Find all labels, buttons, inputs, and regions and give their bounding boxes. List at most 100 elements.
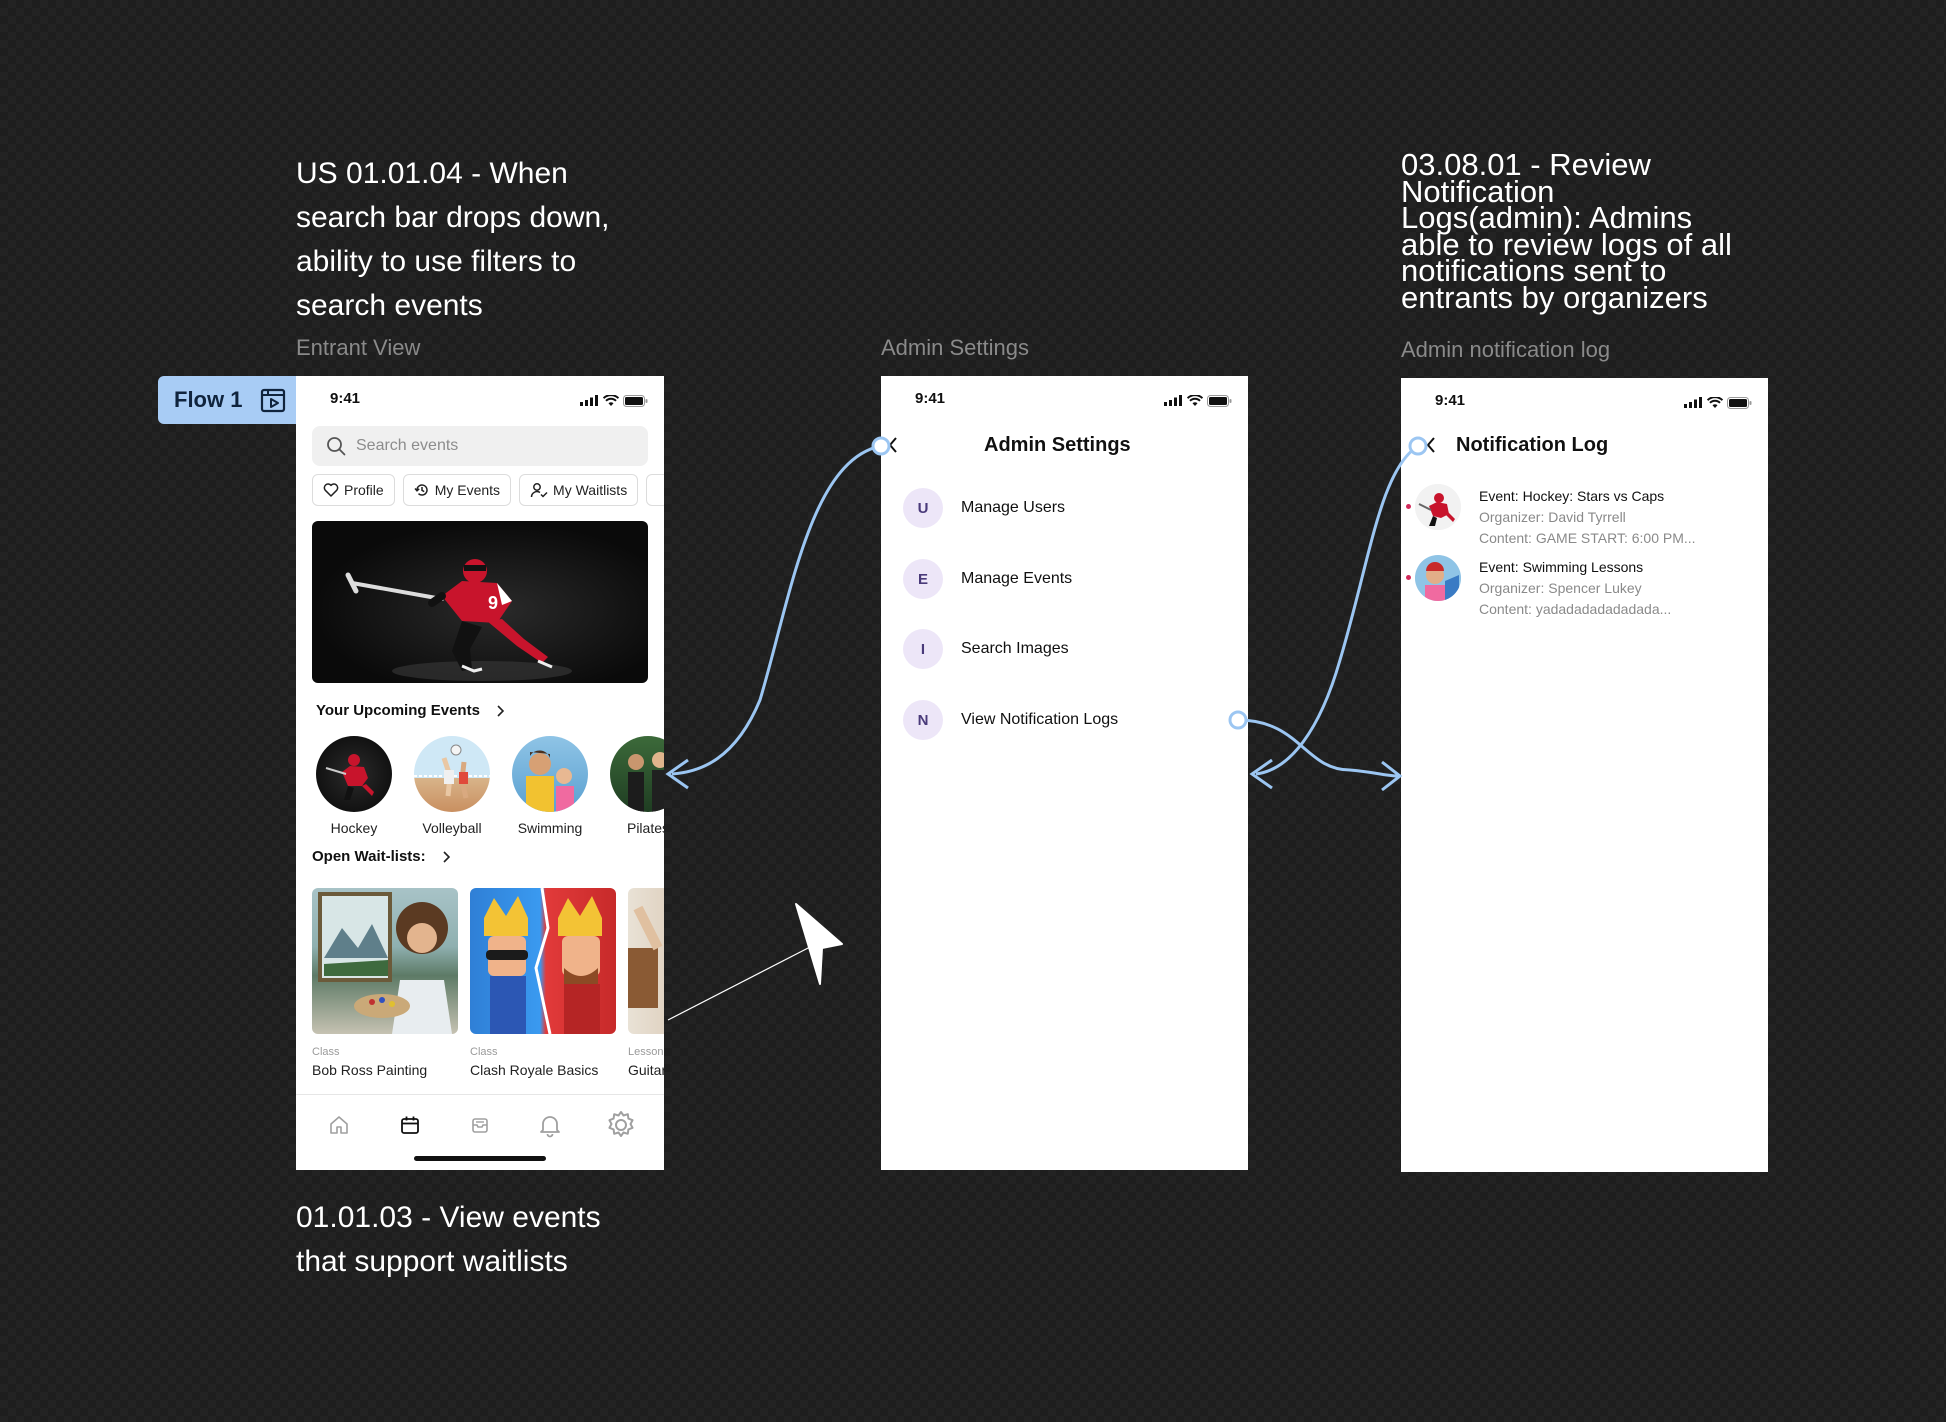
svg-text:9: 9 <box>488 593 498 613</box>
menu-avatar: N <box>903 700 943 740</box>
battery-icon <box>1207 394 1232 407</box>
status-bar: 9:41 <box>1401 378 1768 422</box>
upcoming-event-item[interactable]: Hockey <box>316 736 392 836</box>
waitlist-card[interactable]: Class Clash Royale Basics <box>470 888 616 1078</box>
home-icon <box>330 1115 348 1134</box>
menu-item-manage-users[interactable]: U Manage Users <box>903 488 1065 528</box>
status-bar: 9:41 <box>881 376 1248 420</box>
back-chevron-icon[interactable] <box>1425 436 1437 454</box>
chip-profile[interactable]: Profile <box>312 474 395 506</box>
status-time: 9:41 <box>915 390 946 407</box>
play-flow-icon <box>261 388 286 413</box>
status-icons <box>1684 394 1752 409</box>
note-review-logs: 03.08.01 - Review Notification Logs(admi… <box>1401 147 1732 315</box>
hockey-thumbnail <box>316 736 392 812</box>
pilates-thumbnail <box>610 736 664 812</box>
status-bar: 9:41 <box>296 376 664 420</box>
chip-my-waitlists[interactable]: My Waitlists <box>519 474 639 506</box>
connector-notif-to-admin <box>1255 444 1419 776</box>
notification-event: Event: Hockey: Stars vs Caps <box>1479 488 1665 504</box>
upcoming-event-item[interactable]: Volleyball <box>414 736 490 836</box>
waitlist-kind: Lesson <box>628 1046 664 1058</box>
status-time: 9:41 <box>1435 392 1466 409</box>
clash-royale-image <box>470 888 616 1034</box>
menu-item-manage-events[interactable]: E Manage Events <box>903 559 1072 599</box>
search-placeholder: Search events <box>356 437 459 454</box>
arrowhead <box>1381 760 1403 792</box>
signal-icon <box>1684 397 1703 409</box>
status-icons <box>580 392 648 407</box>
menu-item-view-notification-logs[interactable]: N View Notification Logs <box>903 700 1118 740</box>
tab-calendar[interactable] <box>390 1105 430 1145</box>
calendar-icon <box>400 1116 419 1134</box>
tab-notifications[interactable] <box>530 1105 570 1145</box>
back-chevron-icon[interactable] <box>887 436 899 454</box>
upcoming-event-label: Hockey <box>330 820 378 836</box>
unread-dot <box>1406 504 1411 509</box>
notification-content: Content: GAME START: 6:00 PM... <box>1479 530 1696 546</box>
search-input[interactable]: Search events <box>312 426 648 466</box>
frame-label-admin: Admin Settings <box>881 335 1029 360</box>
upcoming-events-title: Your Upcoming Events <box>316 702 480 719</box>
signal-icon <box>580 395 599 407</box>
menu-label: Search Images <box>961 640 1069 657</box>
home-indicator <box>414 1156 546 1161</box>
upcoming-event-label: Pilates <box>626 820 664 836</box>
tab-inbox[interactable] <box>460 1105 500 1145</box>
battery-icon <box>623 394 648 407</box>
entrant-view-screen: 9:41 Search events Profile My Events My … <box>296 376 664 1170</box>
menu-avatar: U <box>903 488 943 528</box>
notification-organizer: Organizer: David Tyrrell <box>1479 509 1626 525</box>
arrowhead <box>1249 758 1273 790</box>
upcoming-event-label: Volleyball <box>422 820 482 836</box>
open-waitlists-title: Open Wait-lists: <box>312 848 426 865</box>
guitar-lesson-image <box>628 888 664 1034</box>
waitlist-card[interactable]: Lesson Guitar <box>628 888 664 1078</box>
frame-label-entrant: Entrant View <box>296 335 421 360</box>
waitlist-card[interactable]: Class Bob Ross Painting <box>312 888 458 1078</box>
upcoming-event-label: Swimming <box>517 820 583 836</box>
chip-label: My Events <box>434 482 501 498</box>
notification-log-entry[interactable]: Event: Swimming Lessons Organizer: Spenc… <box>1401 555 1768 619</box>
admin-settings-title: Admin Settings <box>984 434 1131 456</box>
chevron-right-icon <box>443 850 450 863</box>
battery-icon <box>1727 396 1752 409</box>
notification-event: Event: Swimming Lessons <box>1479 559 1644 575</box>
hockey-event-avatar <box>1415 484 1461 530</box>
notification-organizer: Organizer: Spencer Lukey <box>1479 580 1642 596</box>
status-icons <box>1164 392 1232 407</box>
wifi-icon <box>1706 396 1723 408</box>
notification-content: Content: yadadadadadadada... <box>1479 601 1672 617</box>
wifi-icon <box>1186 394 1203 406</box>
connector-admin-to-notif <box>1237 718 1399 778</box>
flow-tag[interactable]: Flow 1 <box>158 376 296 424</box>
featured-event-banner[interactable]: 9 <box>312 521 648 683</box>
frame-label-notification-log: Admin notification log <box>1401 337 1611 362</box>
flow-label: Flow 1 <box>174 387 243 412</box>
note-view-waitlists: 01.01.03 - View events that support wait… <box>296 1201 601 1278</box>
waitlist-name: Guitar <box>628 1062 664 1078</box>
menu-item-search-images[interactable]: I Search Images <box>903 629 1069 669</box>
waitlist-kind: Class <box>470 1046 498 1058</box>
waitlist-name: Clash Royale Basics <box>470 1062 599 1078</box>
tab-settings[interactable] <box>601 1105 641 1145</box>
chevron-right-icon <box>497 704 504 717</box>
chip-more[interactable] <box>646 474 664 506</box>
upcoming-event-item[interactable]: Pilates <box>610 736 664 836</box>
arrowhead <box>665 758 689 790</box>
chip-my-events[interactable]: My Events <box>402 474 512 506</box>
inbox-icon <box>472 1117 488 1133</box>
upcoming-event-item[interactable]: Swimming <box>512 736 588 836</box>
bottom-tab-bar <box>296 1094 664 1154</box>
upcoming-events-header[interactable]: Your Upcoming Events <box>316 702 504 719</box>
menu-label: Manage Users <box>961 499 1066 516</box>
chip-label: My Waitlists <box>553 482 628 498</box>
history-icon <box>414 484 428 496</box>
open-waitlists-header[interactable]: Open Wait-lists: <box>312 848 450 865</box>
notification-log-entry[interactable]: Event: Hockey: Stars vs Caps Organizer: … <box>1401 484 1768 548</box>
bob-ross-painting-image <box>312 888 458 1034</box>
admin-settings-screen: 9:41 Admin Settings U Manage Users E Man… <box>881 376 1248 1170</box>
tab-home[interactable] <box>319 1105 359 1145</box>
swimming-thumbnail <box>512 736 588 812</box>
cursor-pointer-icon <box>795 903 843 985</box>
